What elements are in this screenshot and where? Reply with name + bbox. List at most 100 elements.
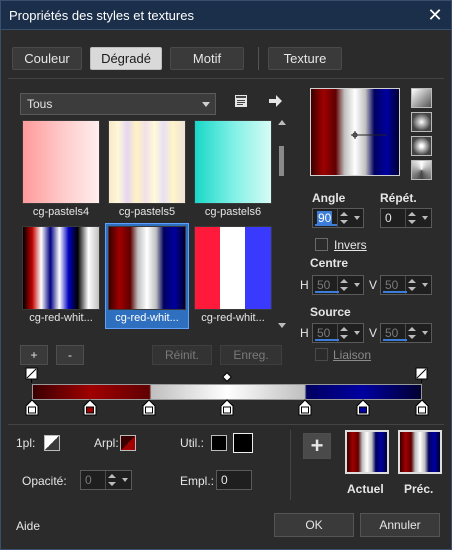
gradient-thumb[interactable]: cg-red-whit...: [192, 224, 274, 328]
opacity-midpoint[interactable]: [222, 372, 232, 382]
source-v-spinner[interactable]: 50: [380, 323, 432, 343]
link-checkbox[interactable]: [315, 348, 328, 361]
source-h-value[interactable]: 50: [317, 326, 330, 340]
chevron-down-icon[interactable]: [354, 331, 360, 335]
center-v-spinner[interactable]: 50: [380, 275, 432, 295]
angle-spinner[interactable]: 90: [312, 208, 364, 228]
scroll-thumb[interactable]: [279, 146, 284, 176]
gradient-thumb-selected[interactable]: cg-red-whit...: [105, 223, 189, 329]
tab-separator: [258, 47, 259, 70]
center-label: Centre: [310, 256, 349, 270]
repeat-spinner[interactable]: 0: [380, 208, 432, 228]
current-swatch[interactable]: [345, 430, 389, 474]
angle-value[interactable]: 90: [317, 211, 333, 225]
add-swatch-button[interactable]: +: [303, 433, 331, 459]
save-button[interactable]: Enreg.: [220, 345, 282, 365]
gradient-label: cg-red-whit...: [115, 312, 179, 324]
source-h-label: H: [300, 326, 309, 340]
gradient-preview-pastels4: [22, 120, 100, 204]
center-crosshair-icon: [351, 131, 387, 139]
angle-stepper[interactable]: [337, 209, 349, 227]
tab-motif[interactable]: Motif: [170, 47, 244, 70]
cancel-button[interactable]: Annuler: [360, 513, 440, 537]
source-label: Source: [310, 305, 351, 319]
source-v-label: V: [369, 326, 378, 340]
color-stop[interactable]: [356, 399, 370, 416]
scroll-up-icon[interactable]: [278, 120, 286, 125]
color-stop[interactable]: [298, 399, 312, 416]
gradient-preview-red-white-1: [22, 226, 100, 310]
chevron-down-icon[interactable]: [354, 216, 360, 220]
chevron-down-icon: [202, 102, 210, 107]
color-stop[interactable]: [83, 399, 97, 416]
opacity-stepper[interactable]: [105, 471, 117, 489]
linear-style-icon[interactable]: [411, 88, 432, 108]
thumbnails-scrollbar[interactable]: [276, 118, 288, 330]
repeat-value[interactable]: 0: [385, 211, 392, 225]
ok-button[interactable]: OK: [274, 513, 354, 537]
background-stop-icon[interactable]: [120, 435, 136, 451]
source-h-slider-fill: [315, 339, 339, 341]
color-stop[interactable]: [25, 399, 39, 416]
help-link[interactable]: Aide: [16, 519, 40, 533]
tab-texture[interactable]: Texture: [268, 47, 342, 70]
color-stop[interactable]: [220, 399, 234, 416]
center-v-slider-fill: [383, 291, 407, 293]
angle-slider-fill: [315, 224, 337, 226]
background-label: Arpl:: [94, 436, 119, 450]
gradient-thumb[interactable]: cg-pastels5: [106, 118, 188, 222]
gradient-preview-red-white-3: [194, 226, 272, 310]
chevron-down-icon[interactable]: [422, 331, 428, 335]
source-h-spinner[interactable]: 50: [312, 323, 364, 343]
chevron-down-icon[interactable]: [354, 283, 360, 287]
angle-label: Angle: [312, 191, 346, 205]
sunburst-style-icon[interactable]: [411, 160, 432, 180]
opacity-spinner[interactable]: 0: [80, 470, 132, 490]
color-stop[interactable]: [142, 399, 156, 416]
remove-gradient-button[interactable]: -: [56, 345, 84, 365]
tab-couleur[interactable]: Couleur: [12, 47, 82, 70]
user-color-swatch[interactable]: [211, 435, 227, 451]
gradient-thumb[interactable]: cg-red-whit...: [20, 224, 102, 328]
radial-style-icon[interactable]: [411, 136, 432, 156]
invert-checkbox[interactable]: [315, 238, 328, 251]
center-h-spinner[interactable]: 50: [312, 275, 364, 295]
user-label: Util.:: [180, 436, 204, 450]
scroll-down-icon[interactable]: [278, 323, 286, 328]
invert-label[interactable]: Invers: [334, 238, 367, 252]
link-label[interactable]: Liaison: [333, 348, 371, 362]
gradient-preview-pastels6: [194, 120, 272, 204]
rectangular-style-icon[interactable]: [411, 112, 432, 132]
tab-divider: [8, 78, 444, 79]
arrow-right-icon[interactable]: [266, 92, 284, 110]
opacity-stop-left[interactable]: [25, 367, 38, 383]
center-h-value[interactable]: 50: [317, 278, 330, 292]
close-icon[interactable]: ✕: [419, 1, 451, 30]
chevron-down-icon[interactable]: [422, 283, 428, 287]
resource-browser-icon[interactable]: [232, 92, 250, 110]
foreground-stop-icon[interactable]: [44, 435, 60, 451]
reset-button[interactable]: Réinit.: [152, 345, 212, 365]
chevron-down-icon[interactable]: [422, 216, 428, 220]
opacity-stop-right[interactable]: [415, 367, 428, 383]
gradient-preview-pastels5: [108, 120, 186, 204]
tab-degrade[interactable]: Dégradé: [90, 47, 162, 70]
source-v-value[interactable]: 50: [385, 326, 398, 340]
user-color-large-swatch[interactable]: [233, 433, 253, 453]
center-v-value[interactable]: 50: [385, 278, 398, 292]
opacity-value[interactable]: 0: [85, 473, 92, 487]
repeat-stepper[interactable]: [405, 209, 417, 227]
add-gradient-button[interactable]: +: [20, 345, 48, 365]
gradient-thumb[interactable]: cg-pastels4: [20, 118, 102, 222]
location-value[interactable]: 0: [221, 473, 228, 487]
gradient-preview[interactable]: [310, 88, 400, 176]
location-label: Empl.:: [180, 474, 215, 488]
previous-swatch[interactable]: [398, 430, 442, 474]
category-dropdown[interactable]: Tous: [20, 93, 216, 115]
gradient-thumb[interactable]: cg-pastels6: [192, 118, 274, 222]
color-stop[interactable]: [415, 399, 429, 416]
chevron-down-icon[interactable]: [122, 478, 128, 482]
color-stops[interactable]: [20, 398, 440, 420]
gradient-label: cg-red-whit...: [201, 312, 265, 324]
location-field[interactable]: 0: [216, 470, 252, 490]
